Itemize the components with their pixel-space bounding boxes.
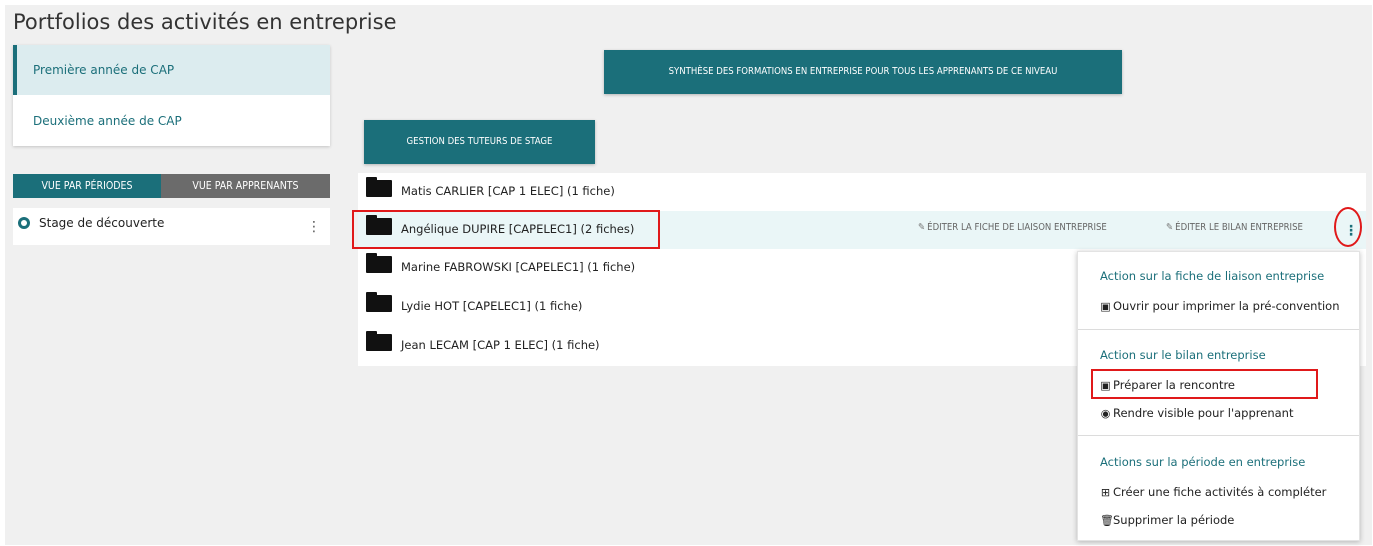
period-more-icon[interactable]: ⋮ (307, 220, 321, 234)
edit-liaison-label: Éditer la fiche de liaison entreprise (927, 222, 1107, 233)
folder-icon (366, 253, 392, 273)
synthese-button[interactable]: Synthèse des formations en entreprise po… (604, 50, 1122, 94)
menu-section-liaison-title: Action sur la fiche de liaison entrepris… (1100, 269, 1325, 283)
menu-item-delete-period[interactable]: 🗑Supprimer la période (1100, 513, 1234, 527)
tab-view-by-learners[interactable]: Vue par apprenants (161, 174, 330, 198)
tutors-management-button[interactable]: Gestion des tuteurs de stage (364, 120, 595, 164)
list-item[interactable]: Angélique DUPIRE [CAPELEC1] (2 fiches) ✎… (358, 211, 1366, 249)
menu-item-open-preconvention[interactable]: ▣ Ouvrir pour imprimer la pré-convention (1100, 299, 1340, 313)
edit-bilan-label: Éditer le bilan entreprise (1175, 222, 1303, 233)
folder-icon (366, 292, 392, 312)
menu-item-label: Préparer la rencontre (1113, 378, 1236, 392)
learner-label: Angélique DUPIRE [CAPELEC1] (2 fiches) (401, 222, 635, 236)
folder-icon (366, 331, 392, 351)
folder-icon (366, 215, 392, 235)
level-item-first-year[interactable]: Première année de CAP (13, 45, 330, 95)
menu-item-label: Créer une fiche activités à compléter (1113, 485, 1327, 499)
eye-icon: ◉ (1100, 407, 1111, 420)
edit-liaison-link[interactable]: ✎ Éditer la fiche de liaison entreprise (918, 222, 1107, 233)
pencil-icon: ✎ (1166, 222, 1174, 233)
view-tabs: Vue par périodes Vue par apprenants (13, 174, 330, 198)
radio-selected-icon[interactable] (18, 217, 30, 229)
folder-icon (366, 177, 392, 197)
menu-item-label: Ouvrir pour imprimer la pré-convention (1113, 299, 1340, 313)
page-title: Portfolios des activités en entreprise (13, 10, 397, 34)
menu-divider (1078, 435, 1359, 436)
levels-card: Première année de CAP Deuxième année de … (13, 45, 330, 146)
period-item[interactable]: Stage de découverte ⋮ (13, 208, 330, 245)
learner-label: Lydie HOT [CAPELEC1] (1 fiche) (401, 299, 583, 313)
file-icon: ▣ (1100, 300, 1111, 313)
menu-item-label: Supprimer la période (1113, 513, 1235, 527)
period-label: Stage de découverte (39, 216, 165, 230)
plus-square-icon: ⊞ (1100, 486, 1111, 499)
learner-label: Marine FABROWSKI [CAPELEC1] (1 fiche) (401, 260, 636, 274)
edit-bilan-link[interactable]: ✎ Éditer le bilan entreprise (1166, 222, 1303, 233)
level-item-second-year[interactable]: Deuxième année de CAP (13, 96, 330, 146)
menu-item-prepare-meeting[interactable]: ▣ Préparer la rencontre (1100, 378, 1235, 392)
row-more-icon[interactable]: ⋮ (1344, 223, 1358, 239)
tab-view-by-periods[interactable]: Vue par périodes (13, 174, 161, 198)
trash-icon: 🗑 (1100, 514, 1114, 527)
menu-item-make-visible[interactable]: ◉ Rendre visible pour l'apprenant (1100, 406, 1294, 420)
pdf-file-icon: ▣ (1100, 379, 1111, 392)
learner-label: Matis CARLIER [CAP 1 ELEC] (1 fiche) (401, 184, 615, 198)
row-actions-menu: Action sur la fiche de liaison entrepris… (1077, 251, 1360, 541)
list-item[interactable]: Matis CARLIER [CAP 1 ELEC] (1 fiche) (358, 173, 1366, 211)
pencil-icon: ✎ (918, 222, 926, 233)
menu-item-create-activity-sheet[interactable]: ⊞ Créer une fiche activités à compléter (1100, 485, 1327, 499)
learner-label: Jean LECAM [CAP 1 ELEC] (1 fiche) (401, 338, 600, 352)
menu-divider (1078, 329, 1359, 330)
menu-item-label: Rendre visible pour l'apprenant (1113, 406, 1294, 420)
menu-section-bilan-title: Action sur le bilan entreprise (1100, 348, 1266, 362)
menu-section-period-title: Actions sur la période en entreprise (1100, 455, 1306, 469)
